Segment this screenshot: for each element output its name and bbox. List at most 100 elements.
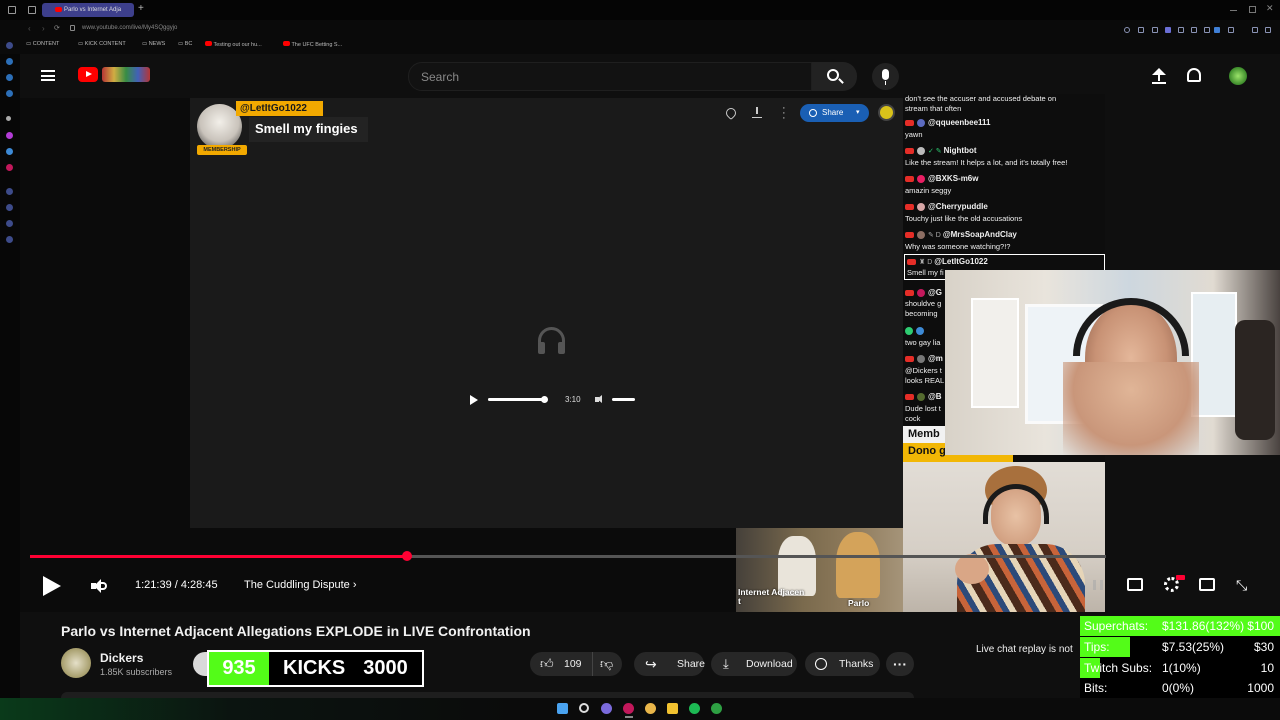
browser-tab-active[interactable]: Parlo vs Internet Adja [42,3,134,17]
top-share-button[interactable]: Share ▾ [800,104,869,122]
thanks-button[interactable]: Thanks [805,652,880,676]
chat-message: yawn [905,130,923,139]
chat-message: looks REAL [905,376,945,385]
chat-message: Touchy just like the old accusations [905,214,1023,223]
goal-row: Superchats: $131.86(132%) $100 [1080,616,1280,636]
toggle-icon[interactable] [1214,27,1220,33]
thumbs-down-icon: 👎︎ [600,656,614,671]
shield-icon[interactable] [1165,27,1171,33]
audio-play-icon[interactable] [470,395,478,405]
side-panel-icon-11[interactable] [6,220,13,227]
pin-icon[interactable] [1204,27,1210,33]
side-panel-icon-1[interactable] [6,42,13,49]
chat-avatar [916,327,924,336]
youtube-badge-icon [905,356,914,363]
audio-scrubber[interactable] [488,398,548,401]
doodle-logo-icon [102,67,150,82]
audio-volume-slider[interactable] [612,398,635,401]
hamburger-menu-icon[interactable] [41,70,55,81]
chapter-button[interactable]: The Cuddling Dispute › [244,579,357,591]
taskbar-app-xbox-icon[interactable] [711,703,722,714]
side-panel-icon-2[interactable] [6,58,13,65]
side-panel-icon-7[interactable] [6,148,13,155]
reload-icon[interactable]: ⟳ [54,24,60,32]
play-icon[interactable] [1178,27,1184,33]
taskbar-app-discord-icon[interactable] [601,703,612,714]
side-panel-icon-4[interactable] [6,90,13,97]
progress-scrubber-knob[interactable] [401,551,412,561]
share-button[interactable]: ↪ Share [634,652,705,676]
audio-volume-icon[interactable] [595,395,605,404]
chat-message: don't see the accuser and accused debate… [905,94,1057,103]
taskbar-app-opera-icon[interactable] [623,703,634,714]
side-panel-icon-12[interactable] [6,236,13,243]
bookmark-testing[interactable]: Testing out our hu... [205,41,262,48]
fullscreen-icon[interactable]: ⤡ [1236,578,1247,592]
chat-message: shouldve g [905,299,942,308]
taskbar-app-spotify-icon[interactable] [689,703,700,714]
side-panel-icon-3[interactable] [6,74,13,81]
download-small-icon[interactable] [752,107,762,118]
create-upload-icon[interactable] [1152,68,1166,84]
extension-icon-1[interactable] [1138,27,1144,33]
play-button[interactable] [43,576,61,596]
download-icon[interactable] [1252,27,1258,33]
bookmark-ufc[interactable]: The UFC Betting S... [283,41,342,48]
notifications-bell-icon[interactable] [1187,68,1201,82]
tab-list-icon[interactable] [28,6,36,14]
channel-avatar[interactable] [61,648,91,678]
side-panel-icon-8[interactable] [6,164,13,171]
more-actions-button[interactable]: ··· [886,652,914,676]
youtube-badge-icon [905,232,914,239]
menu-icon[interactable] [1265,27,1271,33]
side-panel-icon-9[interactable] [6,188,13,195]
bookmark-news[interactable]: ▭ NEWS [142,41,165,47]
webcam-top [945,270,1280,455]
chat-message: amazin seggy [905,186,952,195]
side-panel-icon-6[interactable] [6,132,13,139]
puzzle-icon[interactable] [1228,27,1234,33]
voice-search-button[interactable] [872,63,899,90]
url-field[interactable]: www.youtube.com/live/My4SQggyjo [82,25,177,31]
new-tab-button[interactable]: + [138,3,144,14]
youtube-logo[interactable] [78,67,150,84]
dislike-button[interactable]: 👎︎ [592,652,622,676]
video-frame[interactable] [190,98,903,528]
side-panel-icon-5[interactable] [6,116,11,121]
bookmark-kick-content[interactable]: ▭ KICK CONTENT [78,41,126,47]
avatar[interactable] [1229,67,1247,85]
minimize-icon[interactable] [1230,10,1237,11]
chevron-down-icon: ▾ [856,109,860,116]
site-info-icon[interactable] [70,25,75,31]
share-arrow-icon: ↪ [645,656,657,672]
close-window-icon[interactable]: ✕ [1266,3,1274,14]
side-panel-icon-10[interactable] [6,204,13,211]
extension-icon-2[interactable] [1152,27,1158,33]
like-button[interactable]: 👍︎ 109 [530,652,592,676]
windows-start-icon[interactable] [557,703,568,714]
more-vertical-icon[interactable]: · · · [782,103,786,124]
audio-scrubber-knob[interactable] [541,396,548,403]
bookmark-content[interactable]: ▭ CONTENT [26,41,59,47]
browser-tab-title: Parlo vs Internet Adja [64,7,122,13]
heart-icon[interactable] [1191,27,1197,33]
forward-icon[interactable]: › [42,24,45,33]
back-icon[interactable]: ‹ [28,24,31,33]
bookmark-bc[interactable]: ▭ BC [178,41,192,47]
theater-mode-icon[interactable] [1199,578,1215,591]
search-input[interactable]: Search [408,62,812,91]
taskbar-app-explorer-icon[interactable] [667,703,678,714]
taskbar-search-icon[interactable] [579,703,589,713]
zoom-icon[interactable] [1124,27,1130,33]
subtitles-icon[interactable] [1127,578,1143,591]
channel-mini-avatar[interactable] [878,104,895,121]
maximize-icon[interactable] [1249,6,1256,13]
taskbar-app-chrome-icon[interactable] [645,703,656,714]
sidebar-toggle-icon[interactable] [8,6,16,14]
search-button[interactable] [812,62,857,91]
channel-name[interactable]: Dickers [100,651,143,665]
volume-icon[interactable] [91,579,109,593]
download-button[interactable]: ⤓ Download [711,652,797,676]
chat-message: ✎ D @MrsSoapAndClay [905,230,1017,241]
pause-chat-icon[interactable] [1093,580,1103,590]
